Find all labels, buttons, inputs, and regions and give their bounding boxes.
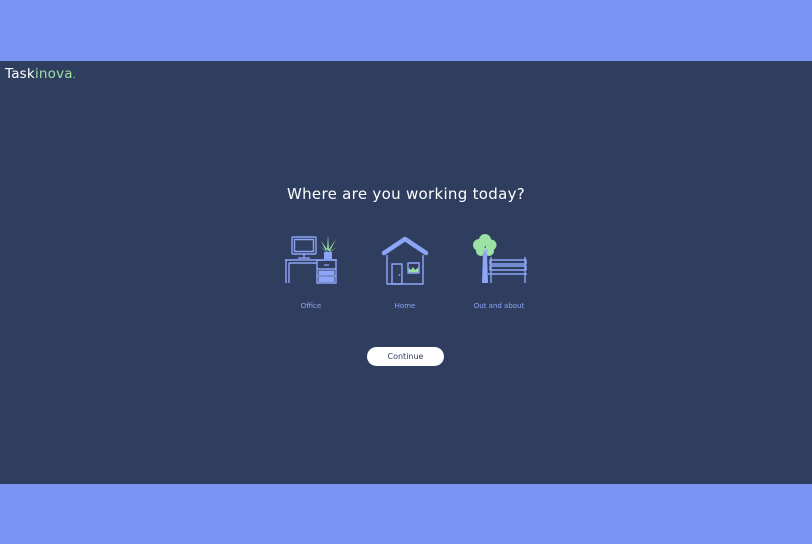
option-office[interactable]: Office <box>261 233 361 313</box>
option-home[interactable]: Home <box>355 233 455 313</box>
office-desk-icon <box>285 235 337 284</box>
option-label: Office <box>300 302 322 310</box>
house-icon <box>381 236 429 285</box>
top-band <box>0 0 812 61</box>
option-label: Home <box>394 302 416 310</box>
logo-text-inova: inova <box>34 66 73 82</box>
park-tree-bench-icon <box>473 234 527 283</box>
page-title: Where are you working today? <box>286 185 526 203</box>
continue-button[interactable]: Continue <box>367 347 444 366</box>
bottom-band <box>0 484 812 544</box>
logo-dot: . <box>72 70 77 81</box>
taskinova-logo: Taskinova. <box>5 66 76 84</box>
option-out-and-about[interactable]: Out and about <box>449 233 549 313</box>
logo-text-task: Task <box>5 66 35 82</box>
option-label: Out and about <box>473 302 525 310</box>
onboarding-stage: Taskinova. Where are you working today? <box>0 61 812 484</box>
